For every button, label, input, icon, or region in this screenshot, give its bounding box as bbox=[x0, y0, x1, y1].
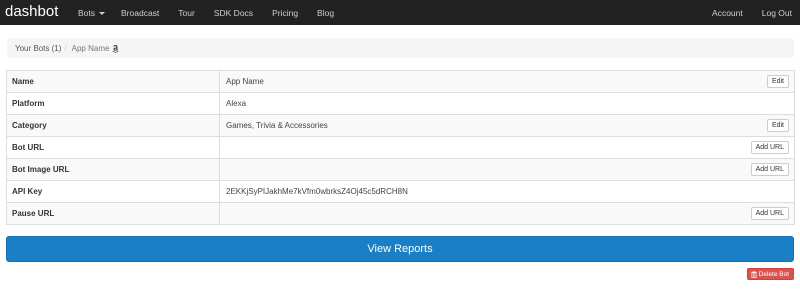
table-row: Bot URL Add URL bbox=[6, 136, 795, 159]
edit-category-button[interactable]: Edit bbox=[766, 119, 789, 132]
add-bot-url-button[interactable]: Add URL bbox=[750, 141, 789, 154]
property-key-name: Name bbox=[6, 70, 220, 93]
add-pause-url-button[interactable]: Add URL bbox=[750, 207, 789, 220]
property-value-cell: Add URL bbox=[219, 136, 795, 159]
caret-down-icon bbox=[99, 11, 106, 15]
table-row: Bot Image URL Add URL bbox=[6, 158, 795, 181]
property-value-cell: 2EKKjSyPIJakhMe7kVfm0wbrksZ4Oj45c5dRCH8N bbox=[219, 180, 795, 203]
nav-blog[interactable]: Blog bbox=[317, 8, 334, 18]
nav-tour[interactable]: Tour bbox=[178, 8, 195, 18]
property-key-category: Category bbox=[6, 114, 220, 137]
nav-logout[interactable]: Log Out bbox=[762, 8, 792, 18]
property-value-cell: App Name Edit bbox=[219, 70, 795, 93]
bot-properties-table: Name App Name Edit Platform Alexa Catego… bbox=[6, 70, 795, 225]
property-value-cell: Alexa bbox=[219, 92, 795, 115]
nav-sdk-docs[interactable]: SDK Docs bbox=[214, 8, 253, 18]
nav-account[interactable]: Account bbox=[712, 8, 743, 18]
nav-bots-dropdown[interactable]: Bots bbox=[78, 7, 106, 18]
table-row: Pause URL Add URL bbox=[6, 202, 795, 225]
property-key-pause-url: Pause URL bbox=[6, 202, 220, 225]
property-key-bot-url: Bot URL bbox=[6, 136, 220, 159]
table-row: API Key 2EKKjSyPIJakhMe7kVfm0wbrksZ4Oj45… bbox=[6, 180, 795, 203]
property-key-bot-image-url: Bot Image URL bbox=[6, 158, 220, 181]
trash-icon bbox=[751, 270, 757, 278]
breadcrumb-your-bots[interactable]: Your Bots (1) bbox=[15, 44, 61, 53]
table-row: Name App Name Edit bbox=[6, 70, 795, 93]
property-value-cell: Add URL bbox=[219, 202, 795, 225]
nav-bots-label: Bots bbox=[78, 7, 96, 18]
top-navbar: dashbot Bots Broadcast Tour SDK Docs Pri… bbox=[0, 0, 800, 25]
property-value-cell: Add URL bbox=[219, 158, 795, 181]
breadcrumb: Your Bots (1) / App Name bbox=[7, 38, 794, 58]
nav-right: Account Log Out bbox=[693, 0, 792, 25]
nav-left: Bots Broadcast Tour SDK Docs Pricing Blo… bbox=[78, 0, 353, 25]
delete-bot-button[interactable]: Delete Bot bbox=[746, 268, 794, 280]
breadcrumb-current: App Name bbox=[71, 43, 110, 53]
property-key-api-key: API Key bbox=[6, 180, 220, 203]
add-bot-image-url-button[interactable]: Add URL bbox=[750, 163, 789, 176]
property-value-platform: Alexa bbox=[226, 99, 247, 108]
property-value-cell: Games, Trivia & Accessories Edit bbox=[219, 114, 795, 137]
amazon-icon bbox=[112, 44, 119, 52]
property-value-name: App Name bbox=[226, 77, 264, 86]
breadcrumb-separator: / bbox=[64, 43, 67, 53]
brand-logo[interactable]: dashbot bbox=[5, 3, 58, 21]
edit-name-button[interactable]: Edit bbox=[766, 75, 789, 88]
nav-pricing[interactable]: Pricing bbox=[272, 8, 298, 18]
property-value-category: Games, Trivia & Accessories bbox=[226, 121, 328, 130]
nav-broadcast[interactable]: Broadcast bbox=[121, 8, 159, 18]
table-row: Category Games, Trivia & Accessories Edi… bbox=[6, 114, 795, 137]
delete-bot-label: Delete Bot bbox=[758, 270, 789, 278]
property-key-platform: Platform bbox=[6, 92, 220, 115]
table-row: Platform Alexa bbox=[6, 92, 795, 115]
view-reports-button[interactable]: View Reports bbox=[6, 236, 794, 262]
property-value-api-key: 2EKKjSyPIJakhMe7kVfm0wbrksZ4Oj45c5dRCH8N bbox=[226, 187, 408, 196]
